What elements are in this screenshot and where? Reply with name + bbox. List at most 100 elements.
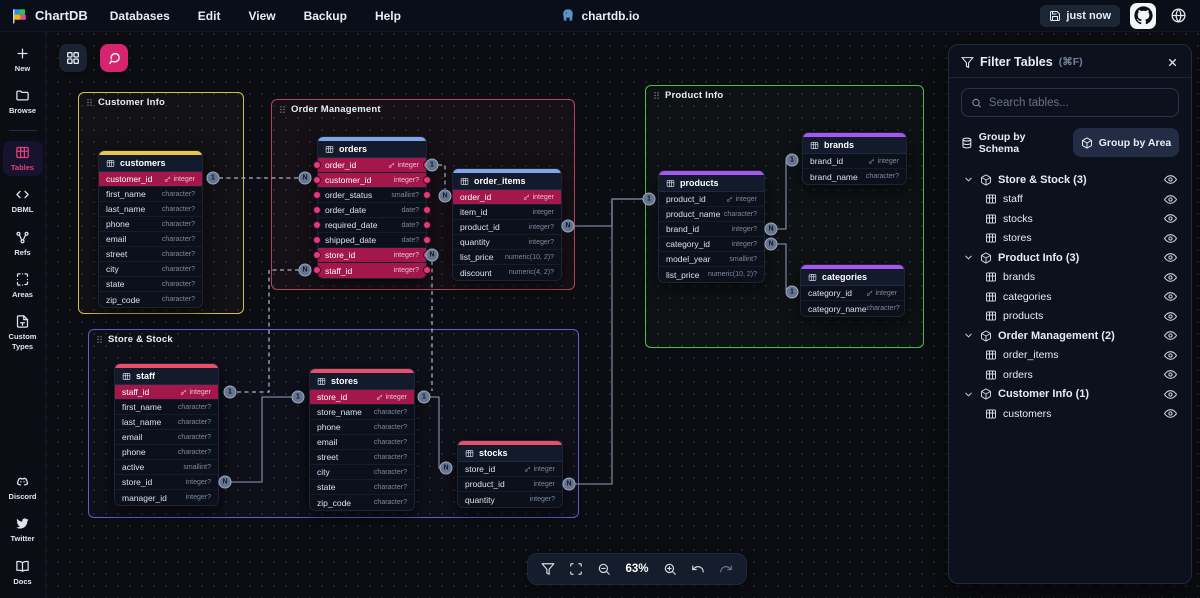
field-order_items-discount[interactable]: discountnumeric(4, 2)? (453, 265, 561, 280)
table-header[interactable]: orders (318, 141, 426, 158)
connection-handle[interactable] (314, 252, 320, 258)
menu-help[interactable]: Help (375, 9, 401, 23)
sidebar-item-browse[interactable]: Browse (3, 84, 43, 119)
sidebar-item-custom-types[interactable]: Custom Types (3, 310, 43, 355)
table-brands[interactable]: brandsbrand_idintegerbrand_namecharacter… (802, 132, 907, 185)
redo-button[interactable] (712, 555, 740, 583)
language-button[interactable] (1166, 4, 1190, 28)
visibility-toggle[interactable] (1164, 193, 1177, 206)
field-orders-order_id[interactable]: order_idinteger (318, 158, 426, 173)
visibility-toggle[interactable] (1164, 349, 1177, 362)
visibility-toggle[interactable] (1164, 388, 1177, 401)
field-staff-last_name[interactable]: last_namecharacter? (115, 415, 218, 430)
field-customers-first_name[interactable]: first_namecharacter? (99, 187, 202, 202)
field-stores-phone[interactable]: phonecharacter? (310, 420, 414, 435)
save-status-badge[interactable]: just now (1040, 5, 1120, 27)
connection-handle[interactable] (314, 222, 320, 228)
tree-table-categories[interactable]: categories (955, 287, 1185, 307)
table-header[interactable]: stocks (458, 445, 562, 462)
field-categories-category_id[interactable]: category_idinteger (801, 286, 904, 301)
visibility-toggle[interactable] (1164, 368, 1177, 381)
sidebar-item-refs[interactable]: Refs (3, 226, 43, 261)
field-stores-zip_code[interactable]: zip_codecharacter? (310, 495, 414, 510)
tree-group-store-stock[interactable]: Store & Stock (3) (955, 170, 1185, 190)
field-customers-customer_id[interactable]: customer_idinteger (99, 172, 202, 187)
visibility-toggle[interactable] (1164, 290, 1177, 303)
sidebar-item-twitter[interactable]: Twitter (3, 512, 43, 547)
connection-handle[interactable] (314, 207, 320, 213)
connection-handle[interactable] (314, 192, 320, 198)
field-staff-first_name[interactable]: first_namecharacter? (115, 400, 218, 415)
field-stores-email[interactable]: emailcharacter? (310, 435, 414, 450)
field-products-category_id[interactable]: category_idinteger? (659, 237, 764, 252)
brand[interactable]: ChartDB (10, 7, 88, 25)
visibility-toggle[interactable] (1164, 173, 1177, 186)
field-staff-staff_id[interactable]: staff_idinteger (115, 385, 218, 400)
connection-handle[interactable] (314, 162, 320, 168)
field-stores-state[interactable]: statecharacter? (310, 480, 414, 495)
table-order_items[interactable]: order_itemsorder_idintegeritem_idinteger… (452, 168, 562, 281)
table-orders[interactable]: ordersorder_idintegercustomer_idinteger?… (317, 136, 427, 279)
field-products-product_name[interactable]: product_namecharacter? (659, 207, 764, 222)
visibility-toggle[interactable] (1164, 329, 1177, 342)
field-staff-manager_id[interactable]: manager_idinteger? (115, 490, 218, 505)
field-stores-store_name[interactable]: store_namecharacter? (310, 405, 414, 420)
connection-handle[interactable] (424, 207, 430, 213)
zoom-level[interactable]: 63% (618, 563, 656, 575)
table-header[interactable]: customers (99, 155, 202, 172)
sidebar-item-dbml[interactable]: DBML (3, 183, 43, 218)
visibility-toggle[interactable] (1164, 212, 1177, 225)
field-stores-city[interactable]: citycharacter? (310, 465, 414, 480)
table-staff[interactable]: staffstaff_idintegerfirst_namecharacter?… (114, 363, 219, 506)
visibility-toggle[interactable] (1164, 271, 1177, 284)
field-customers-street[interactable]: streetcharacter? (99, 247, 202, 262)
field-products-model_year[interactable]: model_yearsmallint? (659, 252, 764, 267)
close-icon[interactable] (1166, 56, 1179, 69)
visibility-toggle[interactable] (1164, 232, 1177, 245)
table-header[interactable]: staff (115, 368, 218, 385)
tree-table-brands[interactable]: brands (955, 268, 1185, 288)
field-customers-zip_code[interactable]: zip_codecharacter? (99, 292, 202, 307)
menu-edit[interactable]: Edit (198, 9, 221, 23)
field-order_items-order_id[interactable]: order_idinteger (453, 190, 561, 205)
highlighter-button[interactable] (100, 44, 128, 72)
field-categories-category_name[interactable]: category_namecharacter? (801, 301, 904, 316)
field-order_items-item_id[interactable]: item_idinteger (453, 205, 561, 220)
field-orders-order_date[interactable]: order_datedate? (318, 203, 426, 218)
field-staff-store_id[interactable]: store_idinteger? (115, 475, 218, 490)
group-by-area-button[interactable]: Group by Area (1073, 128, 1179, 157)
field-order_items-quantity[interactable]: quantityinteger? (453, 235, 561, 250)
connection-handle[interactable] (424, 267, 430, 273)
field-stores-store_id[interactable]: store_idinteger (310, 390, 414, 405)
field-customers-last_name[interactable]: last_namecharacter? (99, 202, 202, 217)
table-header[interactable]: stores (310, 373, 414, 390)
menu-view[interactable]: View (248, 9, 275, 23)
field-orders-order_status[interactable]: order_statussmallint? (318, 188, 426, 203)
connection-handle[interactable] (424, 192, 430, 198)
field-orders-customer_id[interactable]: customer_idinteger? (318, 173, 426, 188)
zoom-in-button[interactable] (656, 555, 684, 583)
table-header[interactable]: order_items (453, 173, 561, 190)
group-by-schema-button[interactable]: Group by Schema (961, 128, 1067, 157)
sidebar-item-discord[interactable]: Discord (3, 470, 43, 505)
field-orders-shipped_date[interactable]: shipped_datedate? (318, 233, 426, 248)
view-grid-button[interactable] (59, 44, 87, 72)
connection-handle[interactable] (424, 237, 430, 243)
edge-order_items-products[interactable] (574, 199, 643, 226)
menu-databases[interactable]: Databases (110, 9, 170, 23)
undo-button[interactable] (684, 555, 712, 583)
tree-group-customer-info[interactable]: Customer Info (1) (955, 385, 1185, 405)
table-categories[interactable]: categoriescategory_idintegercategory_nam… (800, 264, 905, 317)
field-staff-active[interactable]: activesmallint? (115, 460, 218, 475)
visibility-toggle[interactable] (1164, 407, 1177, 420)
field-stores-street[interactable]: streetcharacter? (310, 450, 414, 465)
field-orders-required_date[interactable]: required_datedate? (318, 218, 426, 233)
sidebar-item-tables[interactable]: Tables (3, 141, 43, 176)
field-products-product_id[interactable]: product_idinteger (659, 192, 764, 207)
tree-table-stores[interactable]: stores (955, 229, 1185, 249)
connection-handle[interactable] (314, 177, 320, 183)
field-stocks-product_id[interactable]: product_idinteger (458, 477, 562, 492)
diagram-title[interactable]: chartdb.io (560, 8, 639, 23)
search-tables-input[interactable] (989, 97, 1169, 109)
field-customers-phone[interactable]: phonecharacter? (99, 217, 202, 232)
